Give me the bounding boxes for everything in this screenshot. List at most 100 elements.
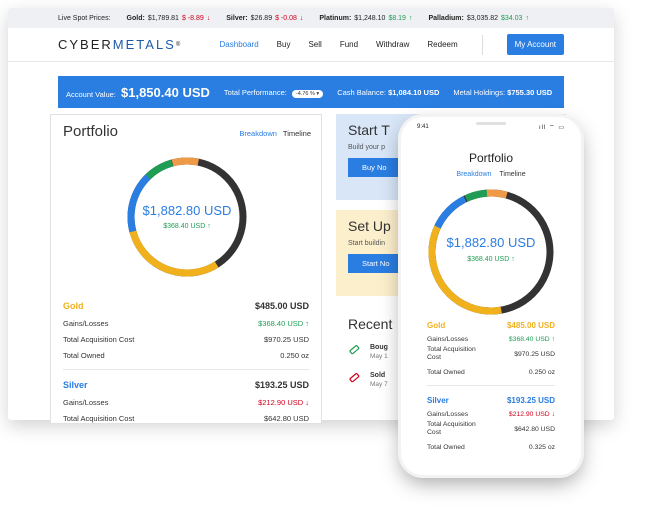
gold-gains-label: Gains/Losses — [63, 318, 109, 328]
tab-breakdown[interactable]: Breakdown — [239, 129, 277, 138]
cash-label: Cash Balance: — [337, 87, 386, 97]
holdings-label: Metal Holdings: — [453, 87, 506, 97]
performance-group: Total Performance: -4.76 % ▾ — [224, 88, 324, 98]
silver-cost-value: $642.80 USD — [263, 413, 309, 423]
phone-silver-cost-value: $642.80 USD — [514, 425, 555, 433]
gold-gains-row: Gains/Losses $368.40 USD ↑ — [63, 315, 309, 331]
phone-gold-header[interactable]: Gold $485.00 USD — [427, 317, 555, 333]
phone-silver-cost-row: Total Acquisition Cost $642.80 USD — [427, 421, 555, 437]
phone-portfolio-gain: $368.40 USD ↑ — [467, 256, 515, 263]
gold-cost-row: Total Acquisition Cost $970.25 USD — [63, 331, 309, 347]
phone-tab-breakdown[interactable]: Breakdown — [456, 171, 491, 178]
ticker-silver-change: $ -0.08 — [275, 14, 297, 22]
nav-fund[interactable]: Fund — [340, 40, 358, 49]
logo-reg: ® — [175, 41, 183, 48]
cash-value: $1,084.10 USD — [388, 87, 440, 97]
ticker-palladium-price: $3,035.82 — [466, 14, 499, 22]
holding-gold-header[interactable]: Gold $485.00 USD — [63, 297, 309, 315]
holding-gold-name: Gold — [63, 301, 84, 311]
phone-silver-name: Silver — [427, 395, 449, 405]
nav-dashboard[interactable]: Dashboard — [220, 40, 259, 49]
top-navbar: CYBER METALS ® Dashboard Buy Sell Fund Wit… — [8, 28, 614, 62]
logo-metals: METALS — [112, 37, 176, 52]
divider — [63, 369, 309, 370]
phone-tab-timeline[interactable]: Timeline — [499, 171, 525, 178]
ticker-platinum-price: $1,248.10 — [354, 14, 386, 22]
silver-gains-label: Gains/Losses — [63, 397, 109, 407]
nav-withdraw[interactable]: Withdraw — [376, 40, 409, 49]
ticker-gold-price: $1,789.81 — [147, 14, 179, 22]
gold-cost-value: $970.25 USD — [263, 334, 309, 344]
spot-price-ticker: Live Spot Prices: Gold: $1,789.81 $ -8.8… — [8, 8, 614, 28]
ticker-platinum-change: $8.19 — [388, 14, 406, 22]
phone-portfolio-total: $1,882.80 USD — [446, 235, 536, 250]
nav-divider — [481, 34, 483, 55]
phone-donut-chart — [428, 189, 554, 315]
phone-gold-value: $485.00 USD — [506, 320, 555, 330]
recent-item-title: Boug — [370, 344, 388, 351]
portfolio-panel: Portfolio Breakdown Timeline $1,882.80 U… — [50, 114, 322, 424]
donut-segment-gold — [428, 189, 554, 315]
recent-item-title: Sold — [370, 372, 386, 379]
phone-gold-cost-value: $970.25 USD — [514, 350, 555, 358]
down-arrow-icon: ↓ — [299, 14, 304, 22]
phone-silver-owned-value: 0.325 oz — [528, 444, 555, 451]
bar-buy-icon — [349, 345, 360, 355]
phone-portfolio-title: Portfolio — [468, 151, 514, 165]
gold-owned-row: Total Owned 0.250 oz — [63, 347, 309, 363]
nav-buy[interactable]: Buy — [277, 40, 291, 49]
ticker-platinum: Platinum: $1,248.10 $8.19 ↑ — [319, 15, 412, 22]
phone-tabs: Breakdown Timeline — [401, 171, 581, 178]
ticker-silver-name: Silver: — [226, 14, 248, 22]
up-arrow-icon: ↑ — [525, 14, 529, 22]
cash-group: Cash Balance: $1,084.10 USD — [337, 88, 439, 97]
bar-sell-icon — [349, 373, 360, 383]
account-value: $1,850.40 USD — [121, 84, 210, 100]
start-now-button[interactable]: Start No — [348, 254, 404, 273]
nav-sell[interactable]: Sell — [308, 40, 321, 49]
phone-silver-gains-value: $212.90 USD ↓ — [508, 411, 555, 418]
donut-segment-green — [428, 189, 554, 315]
brand-logo[interactable]: CYBER METALS ® — [58, 37, 182, 52]
ticker-palladium-change: $34.03 — [501, 14, 523, 22]
silver-cost-label: Total Acquisition Cost — [63, 413, 135, 423]
holding-silver-value: $193.25 USD — [254, 380, 309, 390]
phone-silver-owned-label: Total Owned — [427, 444, 465, 451]
donut-segment-silver — [428, 189, 554, 315]
gold-owned-value: 0.250 oz — [280, 350, 309, 360]
nav-links: Dashboard Buy Sell Fund Withdraw Redeem … — [220, 34, 564, 55]
phone-holdings-list: Gold $485.00 USD Gains/Losses $368.40 US… — [427, 317, 555, 454]
buy-now-button[interactable]: Buy No — [348, 158, 401, 177]
ticker-gold: Gold: $1,789.81 $ -8.89 ↓ — [127, 15, 211, 22]
ticker-label: Live Spot Prices: — [58, 14, 111, 22]
tab-timeline[interactable]: Timeline — [283, 129, 311, 138]
down-arrow-icon: ↓ — [206, 14, 211, 22]
phone-time: 9:41 — [417, 124, 429, 130]
phone-gold-owned-label: Total Owned — [427, 369, 465, 376]
ticker-silver-price: $26.89 — [250, 14, 273, 22]
gold-gains-value: $368.40 USD ↑ — [258, 318, 309, 328]
recent-item-date: May 7 — [370, 381, 388, 388]
holdings-list: Gold $485.00 USD Gains/Losses $368.40 US… — [63, 297, 309, 426]
silver-gains-value: $212.90 USD ↓ — [258, 397, 309, 407]
phone-silver-gains-label: Gains/Losses — [427, 411, 469, 418]
phone-silver-cost-label: Total Acquisition Cost — [427, 421, 476, 436]
holding-gold-value: $485.00 USD — [254, 301, 309, 311]
mobile-phone-mockup: 9:41 ıll ⌔ ▭ Portfolio Breakdown Timelin… — [401, 117, 581, 475]
performance-dropdown[interactable]: -4.76 % ▾ — [291, 89, 324, 98]
phone-silver-value: $193.25 USD — [506, 395, 555, 405]
phone-gold-gains-label: Gains/Losses — [427, 336, 469, 343]
gold-owned-label: Total Owned — [63, 350, 105, 360]
ticker-silver: Silver: $26.89 $ -0.08 ↓ — [226, 15, 303, 22]
holding-silver-header[interactable]: Silver $193.25 USD — [63, 376, 309, 394]
account-value-group: Account Value: $1,850.40 USD — [66, 85, 210, 100]
ticker-gold-change: $ -8.89 — [181, 14, 204, 22]
phone-gold-cost-row: Total Acquisition Cost $970.25 USD — [427, 346, 555, 362]
phone-silver-header[interactable]: Silver $193.25 USD — [427, 392, 555, 408]
ticker-palladium: Palladium: $3,035.82 $34.03 ↑ — [428, 15, 528, 22]
nav-redeem[interactable]: Redeem — [427, 40, 457, 49]
ticker-gold-name: Gold: — [126, 14, 145, 22]
silver-cost-row: Total Acquisition Cost $642.80 USD — [63, 410, 309, 426]
my-account-button[interactable]: My Account — [506, 34, 564, 55]
up-arrow-icon: ↑ — [408, 14, 413, 22]
